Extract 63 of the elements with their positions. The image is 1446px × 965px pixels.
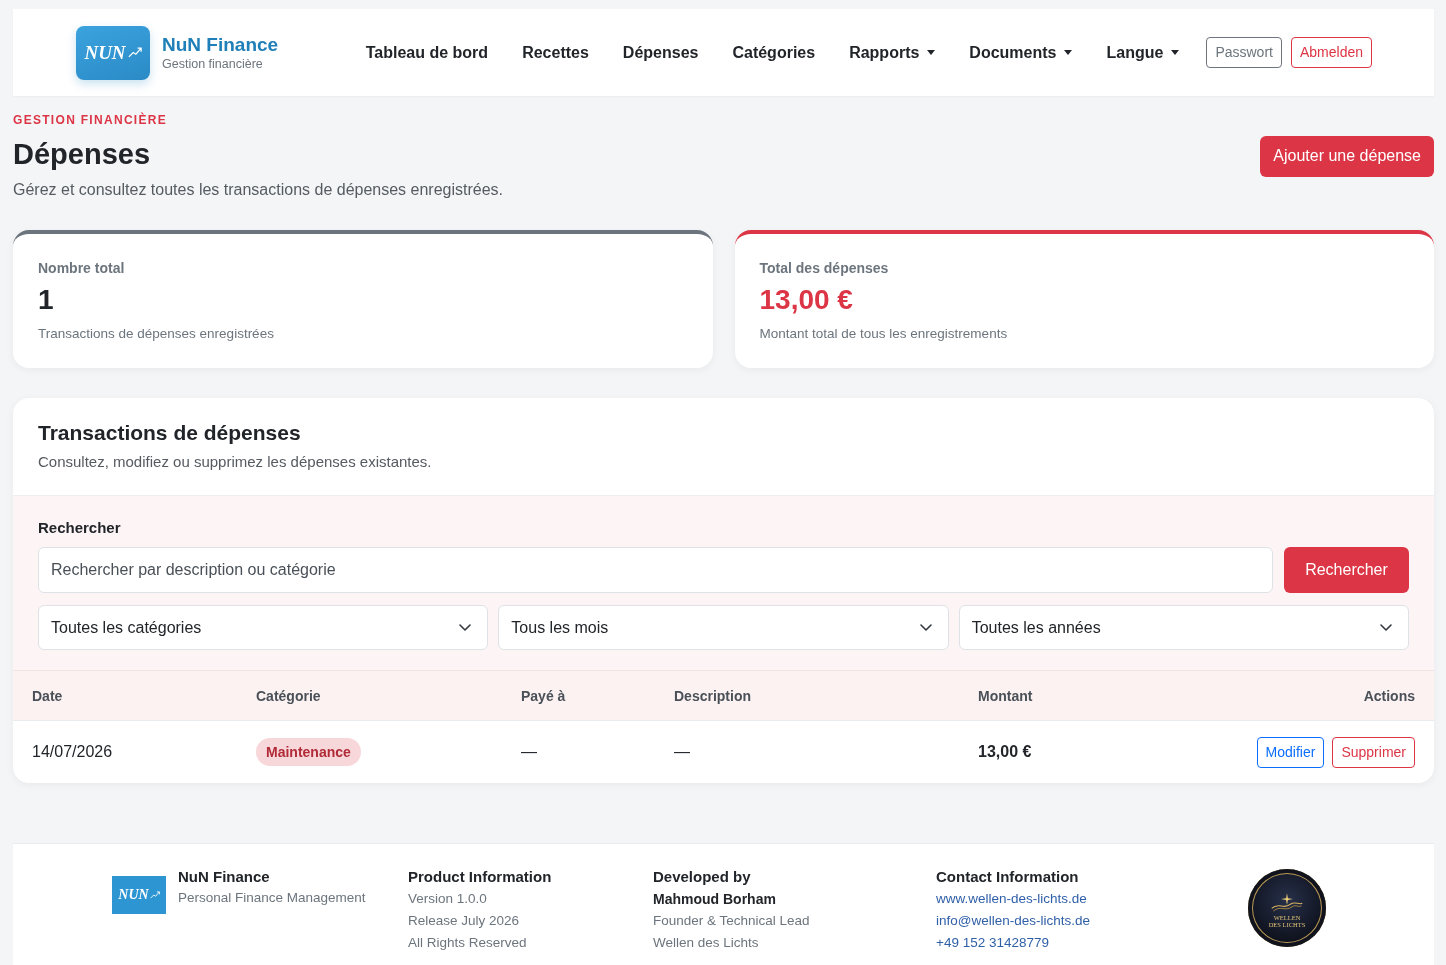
stat-value: 1 (38, 283, 55, 317)
trend-arrow-icon (149, 891, 160, 899)
search-field[interactable]: Rechercher par description ou catégorie (38, 547, 1273, 593)
developer-name: Mahmoud Borham (653, 890, 776, 909)
table-cell: — (521, 743, 537, 761)
stat-caption: Montant total de tous les enregistrements (759, 325, 1009, 343)
panel-title: Transactions de dépenses (38, 420, 302, 446)
add-expense-button[interactable]: Ajouter une dépense (1260, 135, 1434, 177)
footer-brand-name: NuN Finance (178, 867, 271, 887)
nav-link[interactable]: Tableau de bord (365, 42, 489, 63)
contact-link[interactable]: info@wellen-des-lichts.de (936, 910, 1091, 932)
filter-select[interactable]: Tous les mois (498, 605, 949, 650)
footer-heading: Product Information (408, 867, 552, 887)
edit-button[interactable]: Modifier (1256, 736, 1325, 768)
nav-link[interactable]: Dépenses (622, 42, 699, 63)
delete-button[interactable]: Supprimer (1332, 736, 1415, 768)
chevron-down-icon (459, 624, 472, 631)
column-header: Date (32, 687, 63, 704)
stat-value: 13,00 € (759, 283, 854, 317)
footer-text: All Rights Reserved (408, 934, 527, 952)
page-subtitle: Gérez et consultez toutes les transactions de dépenses enregistrées. (13, 180, 504, 200)
search-button[interactable]: Rechercher (1284, 547, 1409, 593)
chevron-down-icon (919, 624, 932, 631)
nav-link[interactable]: Recettes (522, 42, 589, 63)
column-header: Montant (978, 687, 1033, 704)
logo-text: NUN (118, 887, 149, 903)
filter-select[interactable]: Toutes les années (958, 605, 1409, 650)
brand-tagline: Gestion financière (162, 55, 264, 72)
nav-link[interactable]: Catégories (732, 42, 816, 63)
table-cell: 13,00 € (978, 743, 1032, 761)
page-title: Dépenses (13, 137, 151, 172)
password-button[interactable]: Passwort (1206, 37, 1282, 68)
footer-text: Wellen des Lichts (653, 934, 759, 952)
contact-link[interactable]: www.wellen-des-lichts.de (936, 888, 1087, 910)
footer-text: Founder & Technical Lead (653, 912, 810, 930)
column-header: Catégorie (256, 687, 321, 704)
table-cell: 14/07/2026 (32, 743, 113, 761)
footer-heading: Developed by (653, 867, 751, 887)
nav-link[interactable]: Langue (1106, 42, 1180, 63)
search-label: Rechercher (38, 518, 122, 538)
table-cell: — (674, 743, 690, 761)
filter-select[interactable]: Toutes les catégories (38, 605, 489, 650)
panel-subtitle: Consultez, modifiez ou supprimez les dépenses existantes. (38, 452, 433, 472)
stat-label: Nombre total (38, 259, 126, 278)
brand-name: NuN Finance (162, 33, 279, 56)
footer-text: Version 1.0.0 (408, 890, 487, 908)
nav-link[interactable]: Documents (969, 42, 1073, 63)
stat-caption: Transactions de dépenses enregistrées (38, 325, 275, 343)
trend-arrow-icon (127, 47, 142, 58)
column-header: Actions (1363, 687, 1415, 704)
column-header: Description (674, 687, 751, 704)
footer-tagline: Personal Finance Management (178, 889, 366, 907)
logout-button[interactable]: Abmelden (1290, 37, 1372, 68)
footer-text: Release July 2026 (408, 912, 520, 930)
footer-heading: Contact Information (936, 867, 1079, 887)
contact-link[interactable]: +49 152 31428779 (936, 932, 1049, 954)
category-badge: Maintenance (256, 738, 361, 766)
chevron-down-icon (1380, 624, 1392, 631)
nav-link[interactable]: Rapports (849, 42, 936, 63)
section-eyebrow: GESTION FINANCIÈRE (13, 112, 169, 128)
stat-label: Total des dépenses (759, 259, 890, 278)
logo-text: NUN (84, 41, 126, 64)
column-header: Payé à (521, 687, 566, 704)
